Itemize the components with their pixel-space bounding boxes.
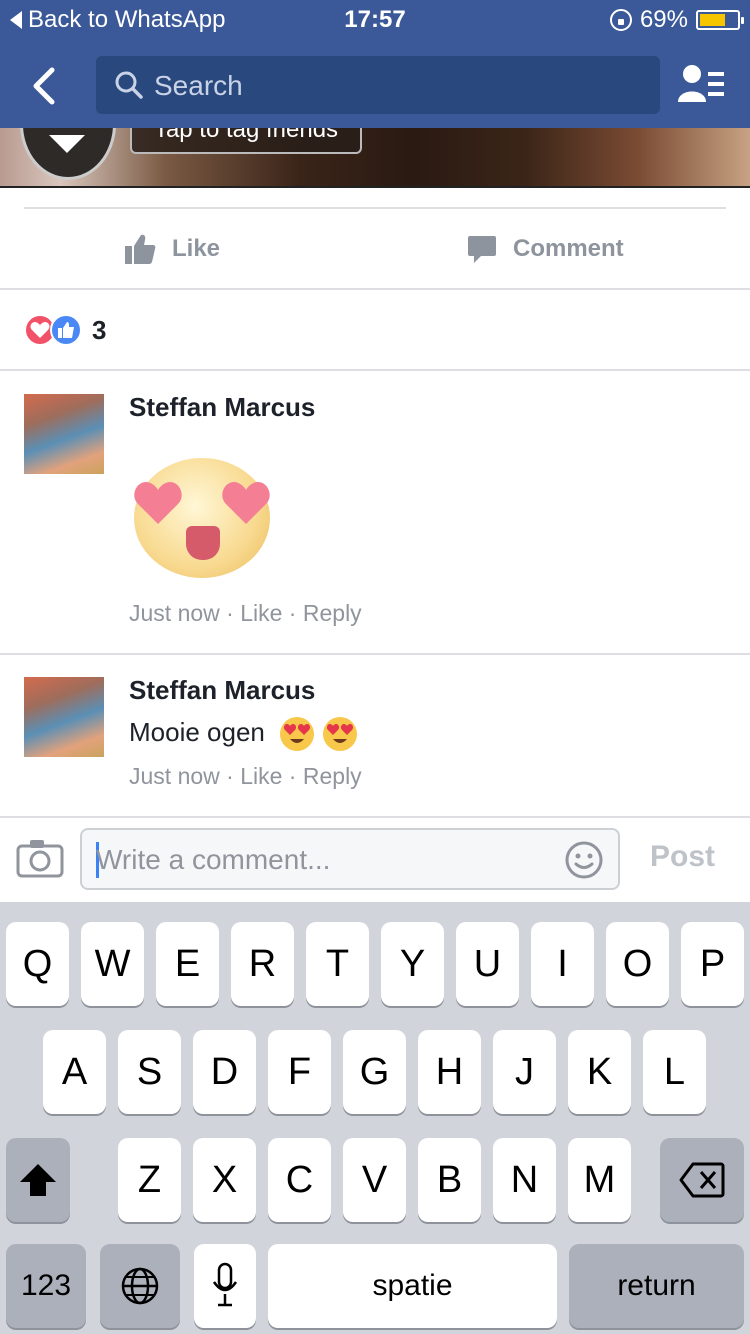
- header-bar: Back to WhatsApp 17:57 69% Search: [0, 0, 750, 128]
- key-j[interactable]: J: [493, 1030, 556, 1114]
- like-button[interactable]: Like: [124, 210, 220, 288]
- comment-item: Steffan Marcus Mooie ogen Just now · Lik…: [0, 655, 750, 813]
- avatar[interactable]: [24, 677, 104, 757]
- back-button[interactable]: [26, 62, 66, 110]
- key-o[interactable]: O: [606, 922, 669, 1006]
- camera-icon: [16, 840, 64, 878]
- like-label: Like: [172, 235, 221, 262]
- key-g[interactable]: G: [343, 1030, 406, 1114]
- divider: [0, 288, 750, 290]
- key-m[interactable]: M: [568, 1138, 631, 1222]
- search-placeholder: Search: [154, 70, 243, 101]
- battery-fill: [700, 14, 725, 26]
- key-l[interactable]: L: [643, 1030, 706, 1114]
- key-f[interactable]: F: [268, 1030, 331, 1114]
- comment-like-link[interactable]: Like: [240, 763, 282, 789]
- comment-text: Mooie ogen: [129, 717, 358, 752]
- commenter-name[interactable]: Steffan Marcus: [129, 392, 315, 423]
- key-z[interactable]: Z: [118, 1138, 181, 1222]
- rotation-lock-icon: [609, 9, 632, 31]
- key-b[interactable]: B: [418, 1138, 481, 1222]
- comment-label: Comment: [513, 235, 624, 262]
- key-c[interactable]: C: [268, 1138, 331, 1222]
- key-h[interactable]: H: [418, 1030, 481, 1114]
- key-i[interactable]: I: [531, 922, 594, 1006]
- comment-input[interactable]: Write a comment...: [80, 828, 620, 890]
- post-actions: Like Comment: [0, 210, 750, 288]
- key-p[interactable]: P: [681, 922, 744, 1006]
- camera-button[interactable]: [16, 838, 64, 883]
- comment-button[interactable]: Comment: [467, 210, 624, 288]
- return-key[interactable]: return: [569, 1244, 744, 1328]
- comment-item: Steffan Marcus Just now · Like · Reply: [0, 370, 750, 653]
- numbers-key[interactable]: 123: [6, 1244, 86, 1328]
- comment-bubble-icon: [468, 236, 496, 263]
- comment-placeholder: Write a comment...: [96, 844, 331, 875]
- commenter-name[interactable]: Steffan Marcus: [129, 675, 315, 706]
- shift-arrow-icon: [20, 1164, 56, 1196]
- key-v[interactable]: V: [343, 1138, 406, 1222]
- key-x[interactable]: X: [193, 1138, 256, 1222]
- comment-like-link[interactable]: Like: [240, 600, 282, 626]
- globe-key[interactable]: [100, 1244, 180, 1328]
- like-reaction-icon: [50, 314, 82, 346]
- key-t[interactable]: T: [306, 922, 369, 1006]
- heart-eyes-emoji-icon: [323, 717, 358, 752]
- heart-eyes-sticker-icon: [130, 454, 274, 582]
- key-e[interactable]: E: [156, 922, 219, 1006]
- backspace-icon: [679, 1162, 725, 1198]
- comment-meta: Just now · Like · Reply: [129, 763, 362, 789]
- emoji-picker-icon[interactable]: [564, 840, 604, 880]
- key-u[interactable]: U: [456, 922, 519, 1006]
- key-q[interactable]: Q: [6, 922, 69, 1006]
- search-icon: [115, 71, 143, 99]
- reaction-count: 3: [92, 314, 107, 345]
- dictation-key[interactable]: [194, 1244, 256, 1328]
- status-right: 69%: [609, 6, 744, 34]
- comment-composer: Write a comment... Post: [0, 816, 750, 904]
- key-y[interactable]: Y: [381, 922, 444, 1006]
- battery-percent: 69%: [639, 6, 688, 33]
- friends-list-icon: [678, 65, 724, 102]
- avatar[interactable]: [24, 394, 104, 474]
- key-w[interactable]: W: [81, 922, 144, 1006]
- chevron-left-icon: [33, 67, 55, 105]
- comment-time: Just now: [129, 763, 220, 789]
- key-n[interactable]: N: [493, 1138, 556, 1222]
- heart-eyes-emoji-icon: [280, 717, 315, 752]
- post-photo[interactable]: Tap to tag friends: [0, 128, 750, 188]
- search-input[interactable]: Search: [96, 56, 660, 114]
- backspace-key[interactable]: [660, 1138, 744, 1222]
- photo-menu-button[interactable]: [20, 128, 116, 180]
- space-key[interactable]: spatie: [268, 1244, 557, 1328]
- comment-time: Just now: [129, 600, 220, 626]
- comment-reply-link[interactable]: Reply: [303, 600, 362, 626]
- status-bar: Back to WhatsApp 17:57 69%: [0, 0, 750, 40]
- key-k[interactable]: K: [568, 1030, 631, 1114]
- key-r[interactable]: R: [231, 922, 294, 1006]
- comment-body: Mooie ogen: [129, 717, 265, 747]
- reactions-summary[interactable]: 3: [24, 314, 106, 346]
- photo-border: [0, 186, 750, 188]
- microphone-icon: [212, 1262, 238, 1307]
- globe-icon: [121, 1267, 159, 1305]
- key-a[interactable]: A: [43, 1030, 106, 1114]
- key-d[interactable]: D: [193, 1030, 256, 1114]
- keyboard: QWERTYUIOP ASDFGHJKL ZXCVBNM 123 spatie re…: [0, 902, 750, 1334]
- key-s[interactable]: S: [118, 1030, 181, 1114]
- comment-reply-link[interactable]: Reply: [303, 763, 362, 789]
- post-button[interactable]: Post: [650, 840, 715, 874]
- comment-meta: Just now · Like · Reply: [129, 600, 362, 626]
- tag-friends-button[interactable]: Tap to tag friends: [130, 128, 362, 154]
- thumbs-up-icon: [125, 234, 156, 264]
- shift-key[interactable]: [6, 1138, 70, 1222]
- friend-requests-button[interactable]: [676, 60, 730, 108]
- divider: [24, 207, 726, 209]
- battery-icon: [696, 10, 744, 30]
